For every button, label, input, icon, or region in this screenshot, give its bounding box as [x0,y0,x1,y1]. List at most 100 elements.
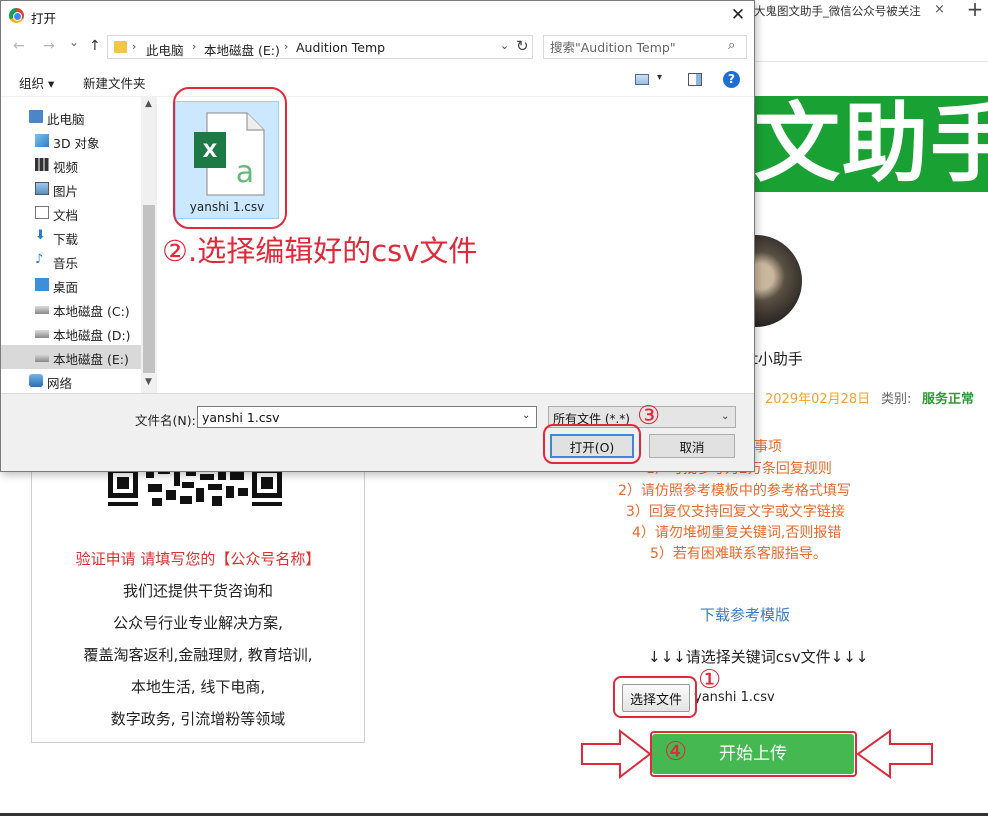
preview-pane-icon[interactable] [688,73,702,86]
desktop-icon [35,278,49,291]
refresh-icon[interactable]: ↻ [516,37,529,55]
info-category-label: 类别: [881,392,912,407]
info-category-value: 服务正常 [922,392,975,407]
card-line: 公众号行业专业解决方案, [113,614,283,632]
nav-item-8[interactable]: 桌面 [1,273,141,297]
scroll-down-icon[interactable]: ▼ [145,377,152,387]
nav-item-10[interactable]: 本地磁盘 (D:) [1,321,141,345]
chevron-down-icon[interactable]: ⌄ [500,39,509,52]
note-item: 5）若有困难联系客服指导。 [650,546,827,562]
filename-label: 文件名(N): [135,413,196,428]
close-icon[interactable]: ✕ [723,3,753,29]
nav-item-label: 视频 [53,160,79,175]
chevron-down-icon[interactable]: ⌄ [522,410,530,421]
recent-locations-icon[interactable]: ⌄ [69,35,79,49]
nav-item-6[interactable]: ⬇ 下载 [1,225,141,249]
annotation-step3: ③ [637,401,661,431]
nav-item-1[interactable]: 此电脑 [1,105,141,129]
change-view-icon[interactable] [635,74,649,85]
up-arrow-icon[interactable]: ↑ [89,38,101,54]
nav-item-label: 本地磁盘 (E:) [53,352,129,367]
breadcrumb-separator: › [284,40,289,53]
info-date: 2029年02月28日 [765,392,871,407]
download-icon: ⬇ [35,228,46,243]
nav-item-label: 下载 [53,232,79,247]
annotation-choose-highlight [613,676,697,718]
note-item: 4）请勿堆砌重复关键词,否则报错 [632,525,842,541]
banner-text: 文助手 [754,96,988,192]
card-line: 数字政务, 引流增粉等领域 [110,710,286,728]
cancel-button[interactable]: 取消 [649,434,735,458]
select-csv-prompt: ↓↓↓请选择关键词csv文件↓↓↓ [648,648,869,666]
breadcrumb-separator: › [192,40,197,53]
drive-icon [35,306,49,314]
nav-item-7[interactable]: ♪ 音乐 [1,249,141,273]
annotation-open-highlight [543,424,641,464]
annotation-arrow-right-icon [581,728,652,780]
search-input[interactable] [544,36,724,58]
banner: 文助手 [754,96,988,192]
card-line: 本地生活, 线下电商, [130,678,266,696]
organize-button[interactable]: 组织 ▾ [19,73,54,92]
nav-item-label: 文档 [53,208,79,223]
nav-item-2[interactable]: 3D 对象 [1,129,141,153]
nav-item-label: 本地磁盘 (D:) [53,328,131,343]
document-icon [35,206,49,219]
verify-request-text: 验证申请 请填写您的【公众号名称】 [75,550,321,568]
cube-icon [35,134,49,147]
annotation-step2-text: ②.选择编辑好的csv文件 [162,234,478,268]
network-icon [29,374,43,387]
nav-item-label: 图片 [53,184,79,199]
browser-toolbar [754,22,988,62]
nav-item-9[interactable]: 本地磁盘 (C:) [1,297,141,321]
new-tab-button[interactable]: + [962,0,988,23]
annotation-step4: ④ [664,737,688,767]
card-line: 覆盖淘客返利,金融理财, 教育培训, [83,646,313,664]
folder-icon [114,41,127,53]
browser-tab[interactable]: 大鬼图文助手_微信公众号被关注 [750,0,962,22]
nav-item-label: 3D 对象 [53,136,100,151]
chevron-down-icon: ⌄ [721,411,730,422]
forward-arrow-icon[interactable]: → [43,38,55,54]
annotation-file-highlight [173,87,287,229]
nav-item-label: 此电脑 [47,112,85,127]
video-icon [35,158,49,171]
back-arrow-icon[interactable]: ← [13,38,25,54]
scroll-thumb[interactable] [143,205,155,373]
music-icon: ♪ [35,252,44,267]
chevron-down-icon[interactable]: ▾ [657,72,662,83]
annotation-arrow-left-icon [856,729,933,779]
dialog-title-bar[interactable]: 打开 ✕ [1,1,754,31]
nav-item-label: 本地磁盘 (C:) [53,304,130,319]
download-template-link[interactable]: 下载参考模版 [700,604,790,625]
nav-item-label: 桌面 [53,280,79,295]
tab-close-icon[interactable]: × [934,2,945,17]
breadcrumb-this-pc[interactable]: 此电脑 [146,40,184,59]
filename-input[interactable] [197,406,537,428]
note-item: 2）请仿照参考模板中的参考格式填写 [618,483,851,499]
search-box[interactable]: ⌕ [543,35,747,59]
search-icon[interactable]: ⌕ [728,38,735,53]
breadcrumb-audition-temp[interactable]: Audition Temp [296,40,385,55]
chrome-icon [9,8,24,23]
computer-icon [29,110,43,123]
address-bar[interactable]: › 此电脑 › 本地磁盘 (E:) › Audition Temp ⌄ ↻ [107,35,533,59]
nav-item-12[interactable]: 网络 [1,369,141,393]
help-icon[interactable]: ? [723,71,740,88]
navigation-pane: 此电脑 3D 对象视频图片文档 ⬇ 下载 ♪ 音乐桌面本地磁盘 (C:) 本地磁盘 (D:)… [1,97,157,393]
nav-item-11[interactable]: 本地磁盘 (E:) [1,345,141,369]
navigation-row: ← → ⌄ ↑ › 此电脑 › 本地磁盘 (E:) › Audition Tem… [1,31,754,63]
drive-icon [35,330,49,338]
nav-item-label: 网络 [47,376,73,391]
note-item: 3）回复仅支持回复文字或文字链接 [626,504,845,520]
scroll-up-icon[interactable]: ▲ [145,99,152,109]
nav-item-5[interactable]: 文档 [1,201,141,225]
breadcrumb-drive-e[interactable]: 本地磁盘 (E:) [204,40,280,59]
nav-item-3[interactable]: 视频 [1,153,141,177]
qr-code-icon [108,468,282,506]
nav-scrollbar[interactable]: ▲ ▼ [141,97,157,393]
new-folder-button[interactable]: 新建文件夹 [83,73,146,92]
command-bar: 组织 ▾ 新建文件夹 ▾ ? [1,63,754,97]
annotation-step1: ① [698,665,722,695]
nav-item-4[interactable]: 图片 [1,177,141,201]
